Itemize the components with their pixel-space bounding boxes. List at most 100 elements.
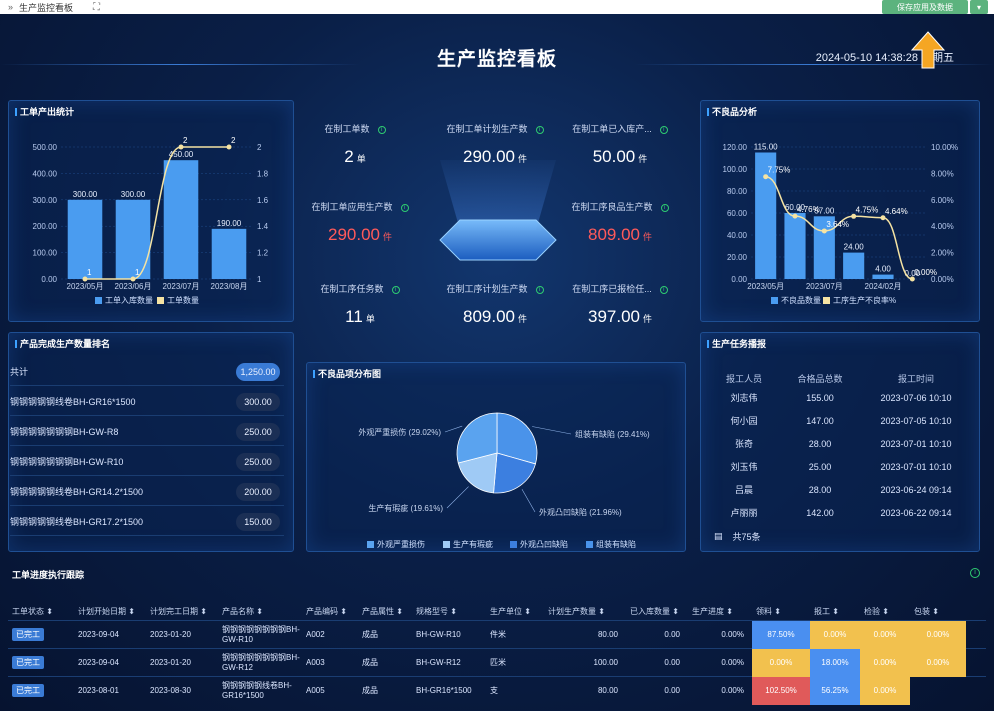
info-icon[interactable]: i [400, 203, 409, 212]
col-header[interactable]: 产品名称 ⬍ [218, 606, 302, 617]
rank-list-item[interactable]: 钢钢钢钢钢钢钢BH-GW-R8 250.00 [10, 418, 284, 446]
col-header[interactable]: 产品编码 ⬍ [302, 606, 358, 617]
rank-list-item[interactable]: 钢钢钢钢钢钢钢BH-GW-R10 250.00 [10, 448, 284, 476]
col-header[interactable]: 计划开始日期 ⬍ [74, 606, 146, 617]
table-cell: 张奇 [734, 439, 753, 449]
info-icon[interactable]: i [659, 285, 668, 294]
table-cell: 0.00 [664, 685, 680, 695]
info-icon[interactable]: i [660, 203, 669, 212]
kpi-unit: 件 [517, 314, 527, 324]
table-row: 刘志伟 155.00 2023-07-06 10:10 [704, 386, 976, 409]
col-header[interactable]: 领料 ⬍ [752, 606, 810, 617]
kpi-card: 在制工单应用生产数 i 290.00 件 [290, 200, 430, 245]
y-tick-label: 40.00 [727, 231, 748, 240]
table-cell: 支 [490, 685, 498, 695]
defect-distribution-panel: 不良品项分布图 组装有缺陷 (29.41%) 外观凸凹缺陷 (21.96%) 生产有… [306, 362, 686, 552]
bar [115, 199, 151, 279]
fullscreen-icon[interactable]: ⛶ [93, 2, 100, 13]
table-cell: 成品 [362, 657, 378, 667]
info-icon[interactable]: i [535, 285, 544, 294]
rank-list-item[interactable]: 钢钢钢钢钢线卷BH-GR16*1500 300.00 [10, 388, 284, 416]
col-header[interactable]: 报工时间 [856, 372, 976, 386]
legend-label: 不良品数量 [781, 295, 821, 305]
legend-swatch [510, 541, 517, 548]
bar [843, 252, 865, 279]
table-cell: A002 [306, 629, 325, 639]
rank-list-item[interactable]: 钢钢钢钢钢线卷BH-GR14.2*1500 200.00 [10, 478, 284, 506]
line-value-label: 0.00% [914, 268, 937, 277]
rank-total-value: 1,250.00 [236, 362, 280, 381]
col-header[interactable]: 报工人员 [704, 372, 784, 386]
y-tick-label: 0.00 [731, 275, 747, 284]
col-header[interactable]: 计划生产数量 ⬍ [544, 606, 626, 617]
line-point [130, 276, 136, 282]
series-line [85, 146, 229, 280]
table-header: 工单状态 ⬍ 计划开始日期 ⬍ 计划完工日期 ⬍ 产品名称 ⬍ 产品编码 ⬍ 产品属性 ⬍… [8, 602, 986, 620]
y-tick-label: 100.00 [723, 165, 748, 174]
kpi-label: 在制工单应用生产数 i [290, 200, 430, 213]
kpi-unit: 件 [642, 314, 652, 324]
table-cell: 2023-06-22 09:14 [880, 507, 952, 518]
col-header[interactable]: 包装 ⬍ [910, 606, 966, 617]
bar-value-label: 24.00 [844, 243, 865, 252]
kpi-value: 50.00 件 [550, 147, 690, 167]
breadcrumb-title[interactable]: 生产监控看板 [19, 1, 73, 14]
kpi-unit: 单 [365, 314, 375, 324]
info-icon[interactable]: i [970, 568, 980, 578]
table-cell: 2023-09-04 [78, 657, 119, 667]
col-header[interactable]: 产品属性 ⬍ [358, 606, 412, 617]
col-header[interactable]: 计划完工日期 ⬍ [146, 606, 218, 617]
rank-item-value: 250.00 [236, 422, 280, 441]
y-tick-label: 20.00 [727, 253, 748, 262]
rank-total-label: 共计 [10, 367, 29, 377]
info-icon[interactable]: i [391, 285, 400, 294]
kpi-card: 在制工序已报检任... i 397.00 件 [550, 282, 690, 327]
col-header[interactable]: 规格型号 ⬍ [412, 606, 486, 617]
col-header[interactable]: 已入库数量 ⬍ [626, 606, 688, 617]
info-icon[interactable]: i [535, 125, 544, 134]
line-value-label: 2 [231, 136, 236, 145]
line-value-label: 1 [87, 268, 92, 277]
kpi-label-text: 在制工单数 [324, 124, 370, 134]
rank-item-value: 200.00 [236, 482, 280, 501]
x-tick-label: 2023/07月 [163, 282, 200, 291]
status-badge[interactable]: 已完工 [12, 684, 44, 697]
rank-list-item[interactable]: 钢钢钢钢钢线卷BH-GR17.2*1500 150.00 [10, 508, 284, 536]
x-tick-label: 2023/05月 [67, 282, 104, 291]
y-tick-label: 120.00 [723, 143, 748, 152]
line-value-label: 4.64% [885, 207, 908, 216]
table-cell: 钢钢钢钢钢线卷BH-GR16*1500 [222, 680, 292, 700]
col-header[interactable]: 生产进度 ⬍ [688, 606, 752, 617]
y-tick-label: 200.00 [33, 222, 58, 231]
kpi-label: 在制工单计划生产数 i [425, 122, 565, 135]
pie-leader-line [444, 425, 463, 433]
kpi-number: 809.00 [587, 225, 640, 244]
table-row: 已完工 2023-08-01 2023-08-30 钢钢钢钢钢线卷BH-GR16*15… [8, 676, 986, 705]
kpi-label: 在制工序计划生产数 i [425, 282, 565, 295]
info-icon[interactable]: i [659, 125, 668, 134]
table-cell: 28.00 [808, 438, 832, 449]
chart-legend: 不良品数量 工序生产不良率% [771, 295, 896, 305]
kpi-number: 50.00 [592, 147, 636, 166]
bar-value-label: 4.00 [875, 265, 891, 274]
y2-tick-label: 10.00% [931, 143, 958, 152]
rank-item-name: 钢钢钢钢钢钢钢BH-GW-R8 [10, 427, 119, 437]
info-icon[interactable]: i [377, 125, 386, 134]
col-header[interactable]: 工单状态 ⬍ [8, 606, 74, 617]
save-dropdown-chevron-icon[interactable]: ▾ [970, 0, 988, 14]
col-header[interactable]: 检验 ⬍ [860, 606, 910, 617]
status-badge[interactable]: 已完工 [12, 656, 44, 669]
col-header[interactable]: 报工 ⬍ [810, 606, 860, 617]
kpi-card: 在制工序任务数 i 11 单 [290, 282, 430, 327]
col-header[interactable]: 生产单位 ⬍ [486, 606, 544, 617]
status-badge[interactable]: 已完工 [12, 628, 44, 641]
save-app-data-button[interactable]: 保存应用及数据 [882, 0, 968, 14]
x-tick-label: 2023/08月 [211, 282, 248, 291]
col-header[interactable]: 合格品总数 [784, 372, 856, 386]
breadcrumb-separator-icon: » [8, 2, 14, 12]
line-point [226, 144, 232, 150]
panel-title: 产品完成生产数量排名 [15, 337, 110, 350]
pie-leader-line [521, 489, 536, 513]
bar [67, 199, 103, 279]
progress-percent-cell [910, 677, 966, 705]
